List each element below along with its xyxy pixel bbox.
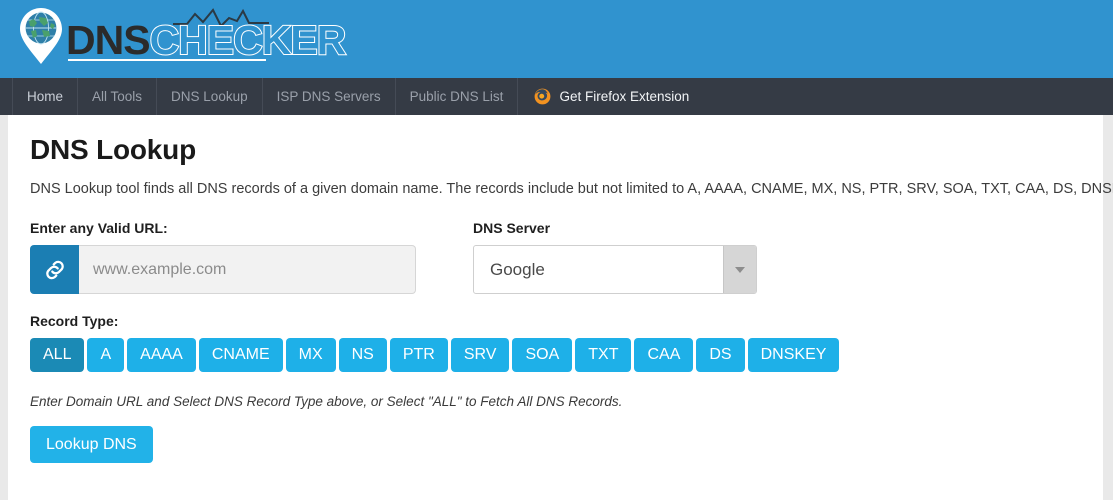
record-type-button-ptr[interactable]: PTR xyxy=(389,338,448,372)
nav-item-firefox-extension[interactable]: Get Firefox Extension xyxy=(518,78,703,115)
url-field-label: Enter any Valid URL: xyxy=(30,220,168,236)
lookup-form-row: Enter any Valid URL: DNS Server xyxy=(30,220,1083,294)
lookup-dns-button[interactable]: Lookup DNS xyxy=(30,426,153,463)
page-title: DNS Lookup xyxy=(30,134,196,165)
record-type-button-a[interactable]: A xyxy=(87,338,125,372)
record-type-buttons: ALL A AAAA CNAME MX NS PTR SRV SOA TXT C… xyxy=(30,338,1083,372)
url-input-addon xyxy=(30,245,79,294)
record-type-button-ns[interactable]: NS xyxy=(338,338,387,372)
logo-text-dns: DNS xyxy=(66,17,151,63)
content-panel: DNS Lookup DNS Lookup tool finds all DNS… xyxy=(8,115,1113,500)
record-type-button-caa[interactable]: CAA xyxy=(634,338,694,372)
nav-item-label: All Tools xyxy=(92,89,143,104)
site-logo[interactable]: DNSCHECKER xyxy=(18,3,347,69)
nav-item-label: Home xyxy=(27,89,64,104)
url-input[interactable] xyxy=(79,245,416,294)
nav-item-all-tools[interactable]: All Tools xyxy=(78,78,158,115)
url-input-group xyxy=(30,245,416,294)
record-type-button-cname[interactable]: CNAME xyxy=(198,338,283,372)
record-type-button-txt[interactable]: TXT xyxy=(575,338,632,372)
form-helper-text: Enter Domain URL and Select DNS Record T… xyxy=(30,394,623,409)
page-root: DNSCHECKER Home All Tools DNS Lookup ISP… xyxy=(0,0,1113,500)
content-wrapper: DNS Lookup DNS Lookup tool finds all DNS… xyxy=(0,115,1113,500)
record-type-button-srv[interactable]: SRV xyxy=(450,338,510,372)
record-type-button-dnskey[interactable]: DNSKEY xyxy=(747,338,840,372)
record-type-label: Record Type: xyxy=(30,313,119,329)
url-field-group: Enter any Valid URL: xyxy=(30,220,444,294)
record-type-button-soa[interactable]: SOA xyxy=(512,338,573,372)
dns-server-dropdown-button[interactable] xyxy=(723,246,756,293)
record-type-button-mx[interactable]: MX xyxy=(285,338,336,372)
logo-text: DNSCHECKER xyxy=(66,17,348,63)
dns-server-selected-value: Google xyxy=(490,259,545,279)
record-type-section: Record Type: ALL A AAAA CNAME MX NS PTR … xyxy=(30,313,1083,372)
record-type-button-all[interactable]: ALL xyxy=(30,338,85,372)
main-navigation: Home All Tools DNS Lookup ISP DNS Server… xyxy=(0,78,1113,115)
nav-item-label: Get Firefox Extension xyxy=(559,89,690,104)
page-description: DNS Lookup tool finds all DNS records of… xyxy=(30,181,1113,197)
dns-server-label: DNS Server xyxy=(473,220,551,236)
nav-item-isp-dns-servers[interactable]: ISP DNS Servers xyxy=(263,78,396,115)
dns-server-field-group: DNS Server Google xyxy=(473,220,757,294)
nav-item-home[interactable]: Home xyxy=(12,78,79,115)
chevron-down-icon xyxy=(735,266,745,273)
nav-item-label: Public DNS List xyxy=(409,89,504,104)
record-type-button-ds[interactable]: DS xyxy=(696,338,745,372)
logo-text-checker: CHECKER xyxy=(149,17,348,63)
firefox-icon xyxy=(535,88,551,105)
dns-server-select[interactable]: Google xyxy=(473,245,757,294)
nav-item-public-dns-list[interactable]: Public DNS List xyxy=(396,78,519,115)
link-chain-icon xyxy=(45,260,64,279)
nav-item-dns-lookup[interactable]: DNS Lookup xyxy=(157,78,263,115)
site-header: DNSCHECKER xyxy=(0,0,1113,78)
nav-item-label: ISP DNS Servers xyxy=(276,89,381,104)
nav-item-label: DNS Lookup xyxy=(171,89,248,104)
record-type-button-aaaa[interactable]: AAAA xyxy=(127,338,196,372)
globe-map-pin-icon xyxy=(20,8,62,64)
logo-underline xyxy=(68,59,266,61)
